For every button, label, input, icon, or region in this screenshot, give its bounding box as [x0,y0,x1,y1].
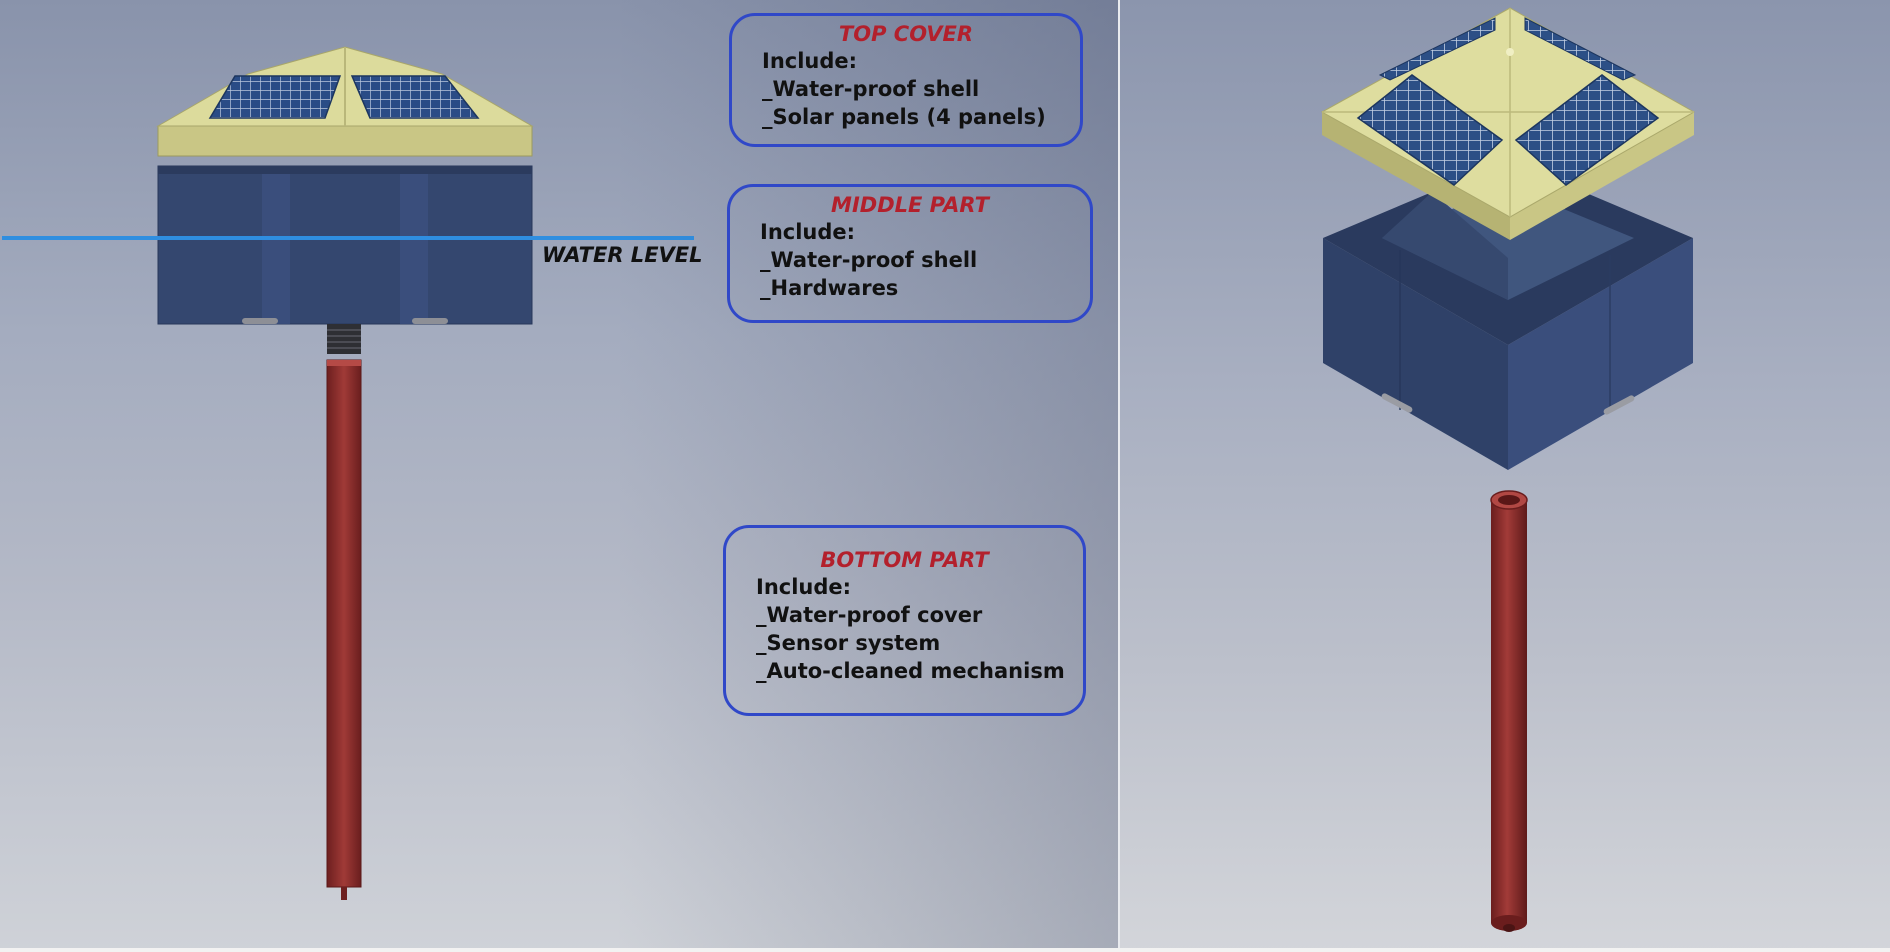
callout-top-cover-line: _Solar panels (4 panels) [762,105,1046,129]
callout-bottom-part-line: Include: [756,575,852,599]
callout-bottom-part-line: _Water-proof cover [756,603,983,627]
callout-middle-part-line: Include: [760,220,856,244]
middle-body-front [157,165,533,325]
callout-middle-part: MIDDLE PART Include: _Water-proof shell … [727,184,1093,323]
solar-panel-right [350,75,480,119]
callout-middle-part-line: _Water-proof shell [760,248,978,272]
exploded-view-drawing [1320,7,1696,932]
exploded-view-panel [1120,0,1890,952]
callout-top-cover: TOP COVER Include: _Water-proof shell _S… [729,13,1083,147]
top-cover-front [156,46,534,157]
callout-middle-part-title: MIDDLE PART [831,193,989,217]
sensor-pipe-iso [1490,490,1528,932]
callout-top-cover-line: Include: [762,49,858,73]
water-level-label: WATER LEVEL [542,243,703,267]
front-view-panel: WATER LEVEL TOP COVER Include: _Water-pr… [0,0,1118,952]
threaded-connector [327,324,361,354]
callout-top-cover-title: TOP COVER [838,22,974,46]
callout-bottom-part-line: _Sensor system [756,631,941,655]
callout-bottom-part-title: BOTTOM PART [820,548,989,572]
solar-panel-left [208,75,342,119]
top-cover-iso [1320,7,1696,240]
callout-bottom-part-line: _Auto-cleaned mechanism [756,659,1065,683]
callout-middle-part-line: _Hardwares [760,276,899,300]
bottom-border [0,948,1890,952]
sensor-pipe-front [326,359,362,900]
callout-top-cover-line: _Water-proof shell [762,77,980,101]
callout-bottom-part: BOTTOM PART Include: _Water-proof cover … [723,525,1086,716]
